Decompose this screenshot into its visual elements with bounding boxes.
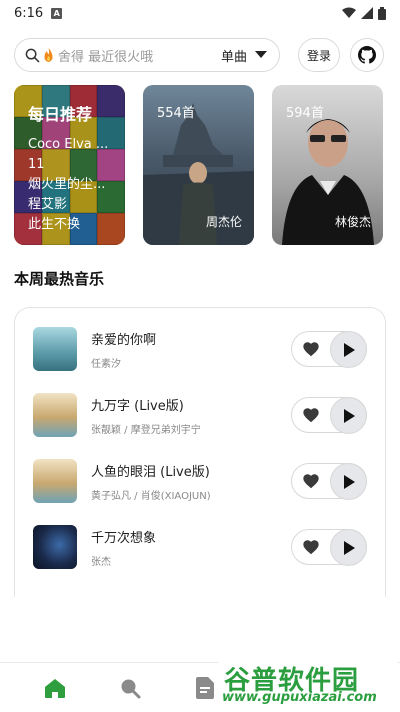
song-artist: 张靓颖 / 摩登兄弟刘宇宁	[91, 424, 201, 436]
song-actions	[291, 331, 367, 368]
nav-search[interactable]	[92, 663, 167, 712]
play-button[interactable]	[330, 397, 367, 434]
chevron-down-icon[interactable]	[255, 51, 267, 59]
fire-icon	[44, 48, 53, 62]
play-icon	[343, 342, 355, 357]
artist-card-jay[interactable]: 554首 周杰伦	[143, 85, 254, 245]
play-button[interactable]	[330, 529, 367, 566]
featured-cards: 每日推荐 Coco Elva ... 11 烟火里的尘... 程艾影 此生不换 …	[14, 85, 386, 245]
daily-item: 烟火里的尘...	[28, 177, 106, 192]
song-actions	[291, 397, 367, 434]
search-placeholder: 舍得 最近很火哦	[58, 49, 154, 65]
nav-home[interactable]	[17, 663, 92, 712]
watermark: 谷普软件园 www.gupuxiazai.com	[218, 658, 398, 710]
home-icon	[44, 679, 65, 698]
artist-card-jj[interactable]: 594首 林俊杰	[272, 85, 383, 245]
play-icon	[343, 540, 355, 555]
song-artist: 张杰	[91, 556, 111, 568]
play-button[interactable]	[330, 331, 367, 368]
document-icon	[195, 677, 214, 699]
song-cover	[33, 327, 77, 371]
heart-icon	[303, 342, 319, 357]
hot-song-list: 亲爱的你啊 任素汐 九万字 (Live版) 张靓颖 / 摩登兄弟刘宇宁 人鱼的眼…	[14, 307, 386, 597]
song-artist: 任素汐	[91, 358, 121, 370]
wifi-icon	[342, 7, 356, 18]
github-icon	[358, 46, 376, 64]
song-title: 亲爱的你啊	[91, 332, 157, 348]
song-title: 九万字 (Live版)	[91, 398, 184, 414]
song-title: 千万次想象	[91, 530, 157, 546]
github-button[interactable]	[350, 38, 384, 72]
signal-icon	[361, 7, 373, 19]
song-row[interactable]: 人鱼的眼泪 (Live版) 黄子弘凡 / 肖俊(XIAOJUN)	[33, 459, 367, 503]
daily-item: 程艾影	[28, 197, 68, 212]
song-title: 人鱼的眼泪 (Live版)	[91, 464, 210, 480]
artist-name: 林俊杰	[334, 215, 371, 229]
play-icon	[343, 408, 355, 423]
like-button[interactable]	[292, 331, 330, 367]
song-artist: 黄子弘凡 / 肖俊(XIAOJUN)	[91, 490, 211, 502]
watermark-url: www.gupuxiazai.com	[222, 690, 377, 705]
section-title: 本周最热音乐	[14, 270, 105, 288]
song-actions	[291, 529, 367, 566]
song-cover	[33, 393, 77, 437]
daily-recommend-card[interactable]: 每日推荐 Coco Elva ... 11 烟火里的尘... 程艾影 此生不换	[14, 85, 125, 245]
artist-name: 周杰伦	[205, 215, 242, 229]
heart-icon	[303, 474, 319, 489]
artist-song-count: 594首	[286, 106, 324, 121]
daily-recommend-list: Coco Elva ... 11 烟火里的尘... 程艾影 此生不换	[28, 135, 122, 235]
heart-icon	[303, 540, 319, 555]
heart-icon	[303, 408, 319, 423]
play-button[interactable]	[330, 463, 367, 500]
daily-item: 此生不换	[28, 217, 81, 232]
artist-song-count: 554首	[157, 106, 195, 121]
like-button[interactable]	[292, 397, 330, 433]
notification-icon: A	[51, 7, 63, 19]
daily-item: Coco Elva ...	[28, 137, 109, 152]
song-row[interactable]: 九万字 (Live版) 张靓颖 / 摩登兄弟刘宇宁	[33, 393, 367, 437]
play-icon	[343, 474, 355, 489]
daily-item: 11	[28, 157, 45, 172]
daily-recommend-title: 每日推荐	[28, 105, 93, 124]
status-bar: 6:16 A	[0, 0, 400, 26]
search-type-select[interactable]: 单曲	[221, 46, 247, 65]
search-icon	[25, 48, 40, 62]
search-input[interactable]: 舍得 最近很火哦 单曲	[14, 38, 280, 72]
login-button[interactable]: 登录	[298, 38, 340, 72]
search-row: 舍得 最近很火哦 单曲 登录	[14, 38, 386, 72]
song-cover	[33, 525, 77, 569]
song-actions	[291, 463, 367, 500]
status-time: 6:16	[14, 5, 44, 21]
song-row[interactable]: 千万次想象 张杰	[33, 525, 367, 569]
like-button[interactable]	[292, 529, 330, 565]
battery-icon	[378, 6, 386, 20]
like-button[interactable]	[292, 463, 330, 499]
song-cover	[33, 459, 77, 503]
song-row[interactable]: 亲爱的你啊 任素汐	[33, 327, 367, 371]
search-icon	[121, 679, 140, 699]
